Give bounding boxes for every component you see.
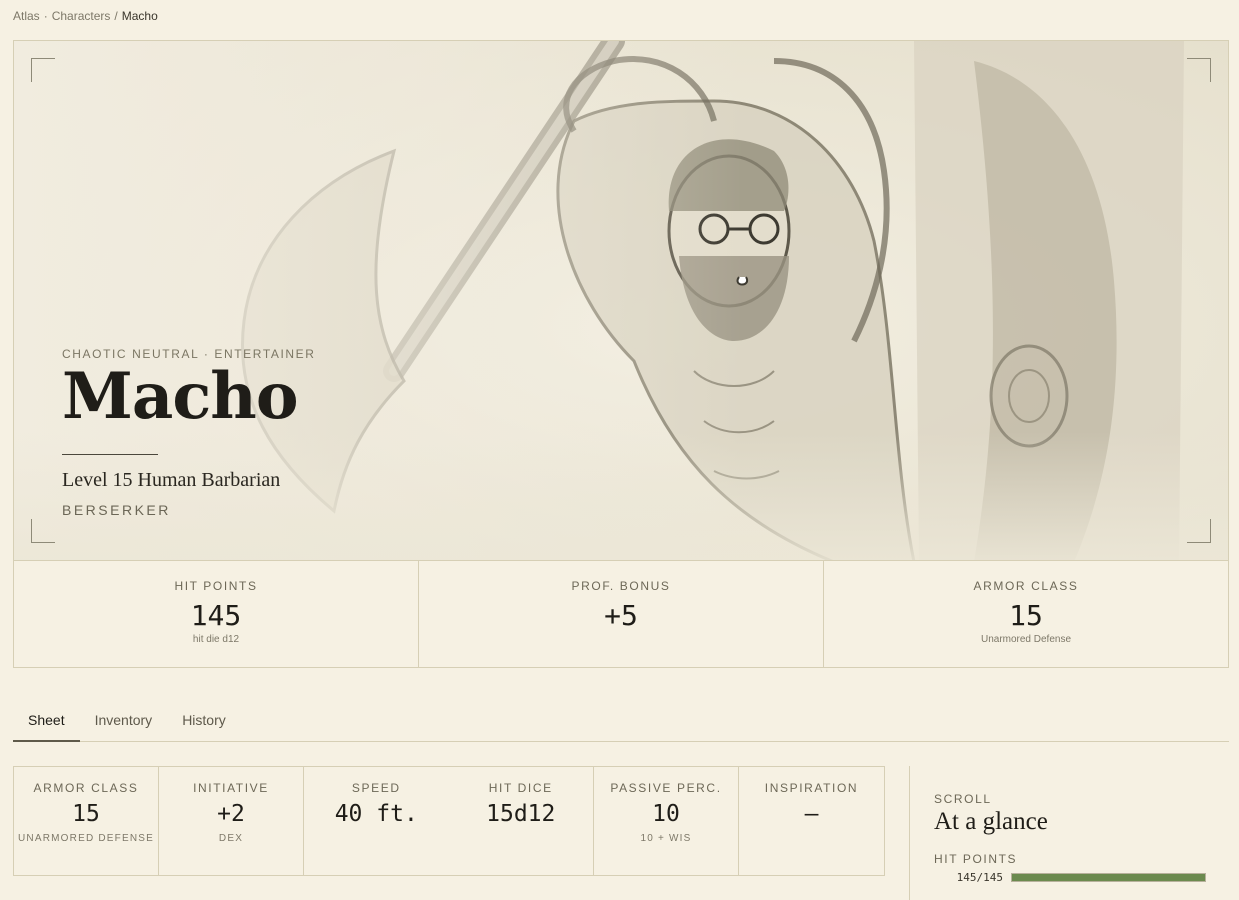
attr-value: 15d12 <box>486 801 556 827</box>
character-hero: CHAOTIC NEUTRAL · ENTERTAINER Macho Leve… <box>13 40 1229 561</box>
stat-value: 15 <box>1009 599 1043 632</box>
attr-note: UNARMORED DEFENSE <box>18 833 154 844</box>
stat-armor-class: ARMOR CLASS 15 Unarmored Defense <box>824 561 1228 667</box>
hp-bar-fill <box>1012 874 1205 881</box>
hp-row: 145/145 <box>934 871 1227 884</box>
stat-proficiency-bonus: PROF. BONUS +5 <box>419 561 824 667</box>
attr-value: +2 <box>217 801 245 827</box>
hp-label: HIT POINTS <box>934 852 1018 866</box>
panel-eyebrow: SCROLL <box>934 792 992 806</box>
stat-note: hit die d12 <box>192 634 240 645</box>
hp-value: 145/145 <box>956 871 1003 884</box>
character-subclass: BERSERKER <box>62 502 171 519</box>
attr-label: INSPIRATION <box>764 781 859 795</box>
attr-passive-perception: PASSIVE PERC. 10 10 + WIS <box>594 767 739 875</box>
attr-label: ARMOR CLASS <box>33 781 139 795</box>
frame-corner-bottom-right <box>1187 519 1211 543</box>
breadcrumb-separator: · <box>43 9 48 23</box>
attr-value: 40 ft. <box>334 801 418 827</box>
tab-sheet[interactable]: Sheet <box>13 702 80 742</box>
breadcrumb-section[interactable]: Characters <box>52 9 111 23</box>
tab-history[interactable]: History <box>167 702 241 742</box>
hero-identity: CHAOTIC NEUTRAL · ENTERTAINER Macho Leve… <box>62 347 316 518</box>
attr-speed: SPEED 40 ft. <box>304 767 449 875</box>
character-tabs: Sheet Inventory History <box>13 702 1229 742</box>
title-rule <box>62 454 158 456</box>
attr-label: INITIATIVE <box>193 781 269 795</box>
frame-corner-top-right <box>1187 58 1211 82</box>
stat-label: ARMOR CLASS <box>973 579 1079 593</box>
summary-stats: HIT POINTS 145 hit die d12 PROF. BONUS +… <box>13 561 1229 668</box>
attr-label: SPEED <box>351 781 401 795</box>
stat-label: PROF. BONUS <box>571 579 671 593</box>
breadcrumb-current: Macho <box>121 9 158 23</box>
frame-corner-bottom-left <box>31 519 55 543</box>
panel-title: At a glance <box>934 808 1048 835</box>
stat-note: Unarmored Defense <box>980 634 1072 645</box>
stat-hit-points: HIT POINTS 145 hit die d12 <box>14 561 419 667</box>
at-a-glance-panel: SCROLL At a glance HIT POINTS 145/145 <box>909 766 1227 900</box>
attr-hit-dice: HIT DICE 15d12 <box>449 767 594 875</box>
breadcrumb-root[interactable]: Atlas <box>13 9 40 23</box>
attr-note: 10 + WIS <box>640 833 692 844</box>
breadcrumb: Atlas · Characters / Macho <box>13 9 158 23</box>
core-attributes: ARMOR CLASS 15 UNARMORED DEFENSE INITIAT… <box>13 766 885 876</box>
tab-inventory[interactable]: Inventory <box>80 702 168 742</box>
hp-bar <box>1011 873 1206 882</box>
attr-inspiration[interactable]: INSPIRATION — <box>739 767 884 875</box>
attr-value: 15 <box>72 801 100 827</box>
attr-label: HIT DICE <box>488 781 553 795</box>
attr-armor-class: ARMOR CLASS 15 UNARMORED DEFENSE <box>14 767 159 875</box>
stat-value: +5 <box>604 599 638 632</box>
stat-label: HIT POINTS <box>174 579 258 593</box>
attr-value: — <box>804 801 819 827</box>
attr-initiative: INITIATIVE +2 DEX <box>159 767 304 875</box>
character-name: Macho <box>62 359 298 434</box>
frame-corner-top-left <box>31 58 55 82</box>
attr-note: DEX <box>218 833 244 844</box>
attr-speed-hitdice: SPEED 40 ft. HIT DICE 15d12 <box>304 767 594 875</box>
attr-label: PASSIVE PERC. <box>610 781 722 795</box>
attr-value: 10 <box>652 801 680 827</box>
character-class-line: Level 15 Human Barbarian <box>62 469 281 492</box>
stat-value: 145 <box>190 599 242 632</box>
breadcrumb-separator: / <box>114 9 118 23</box>
